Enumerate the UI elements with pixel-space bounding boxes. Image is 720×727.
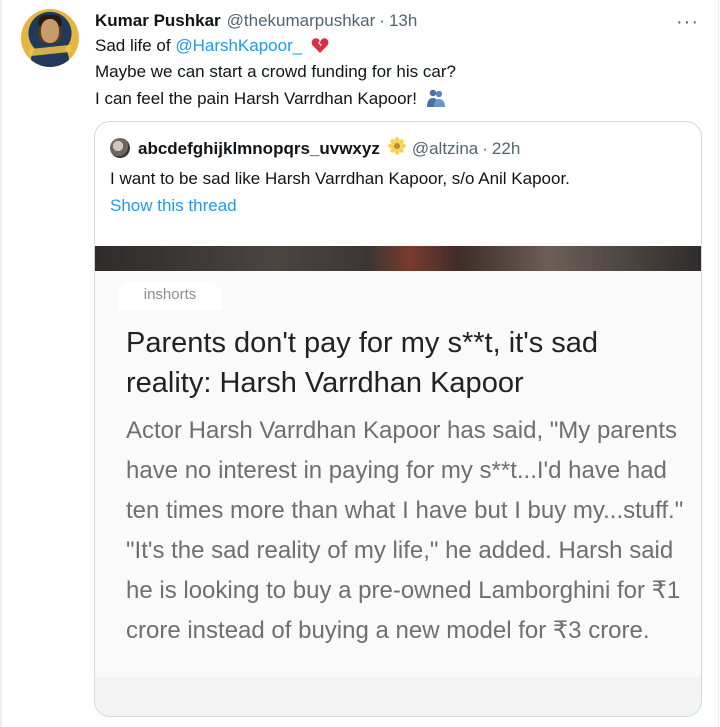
source-tag: inshorts: [118, 282, 222, 310]
mention-link[interactable]: @HarshKapoor_: [175, 36, 302, 55]
tweet-text-line-3-text: I can feel the pain Harsh Varrdhan Kapoo…: [95, 89, 417, 108]
more-options-icon[interactable]: ···: [676, 11, 699, 34]
quoted-header-separator: ·: [482, 138, 488, 158]
tweet-text-prefix: Sad life of: [95, 36, 176, 55]
news-card-footer: [95, 677, 701, 716]
quoted-tweet-timestamp[interactable]: 22h: [492, 139, 520, 159]
tweet-text-line-1: Sad life of @HarshKapoor_: [95, 36, 329, 59]
broken-heart-icon: [311, 37, 329, 59]
quoted-author-avatar[interactable]: [110, 138, 130, 158]
quoted-tweet-card[interactable]: abcdefghijklmnopqrs_uvwxyz @altzina · 22…: [94, 121, 702, 717]
show-thread-link[interactable]: Show this thread: [110, 196, 237, 216]
news-card: inshorts Parents don't pay for my s**t, …: [95, 271, 701, 677]
author-handle[interactable]: @thekumarpushkar: [227, 11, 376, 31]
header-separator: ·: [379, 11, 385, 30]
tweet-timestamp[interactable]: 13h: [389, 11, 417, 31]
avatar-face: [41, 19, 59, 43]
tweet-media-image[interactable]: inshorts Parents don't pay for my s**t, …: [95, 246, 701, 716]
quoted-author-handle[interactable]: @altzina: [412, 139, 478, 159]
quoted-tweet-header: abcdefghijklmnopqrs_uvwxyz @altzina · 22…: [138, 137, 520, 160]
people-hugging-icon: [426, 88, 446, 113]
sunflower-icon: [387, 137, 406, 160]
quoted-tweet-text: I want to be sad like Harsh Varrdhan Kap…: [110, 169, 570, 188]
tweet-header: Kumar Pushkar @thekumarpushkar · 13h: [95, 10, 417, 32]
author-name[interactable]: Kumar Pushkar: [95, 11, 221, 31]
tweet-text-line-2: Maybe we can start a crowd funding for h…: [95, 62, 456, 81]
author-avatar[interactable]: [21, 9, 79, 67]
news-body: Actor Harsh Varrdhan Kapoor has said, "M…: [126, 417, 684, 644]
quoted-author-name[interactable]: abcdefghijklmnopqrs_uvwxyz: [138, 139, 380, 159]
tweet-text-line-3: I can feel the pain Harsh Varrdhan Kapoo…: [95, 88, 446, 113]
media-photo-strip: [95, 246, 701, 271]
timeline-divider-right: [718, 0, 719, 727]
news-headline: Parents don't pay for my s**t, it's sad …: [126, 327, 599, 399]
timeline-divider-left: [0, 0, 2, 727]
